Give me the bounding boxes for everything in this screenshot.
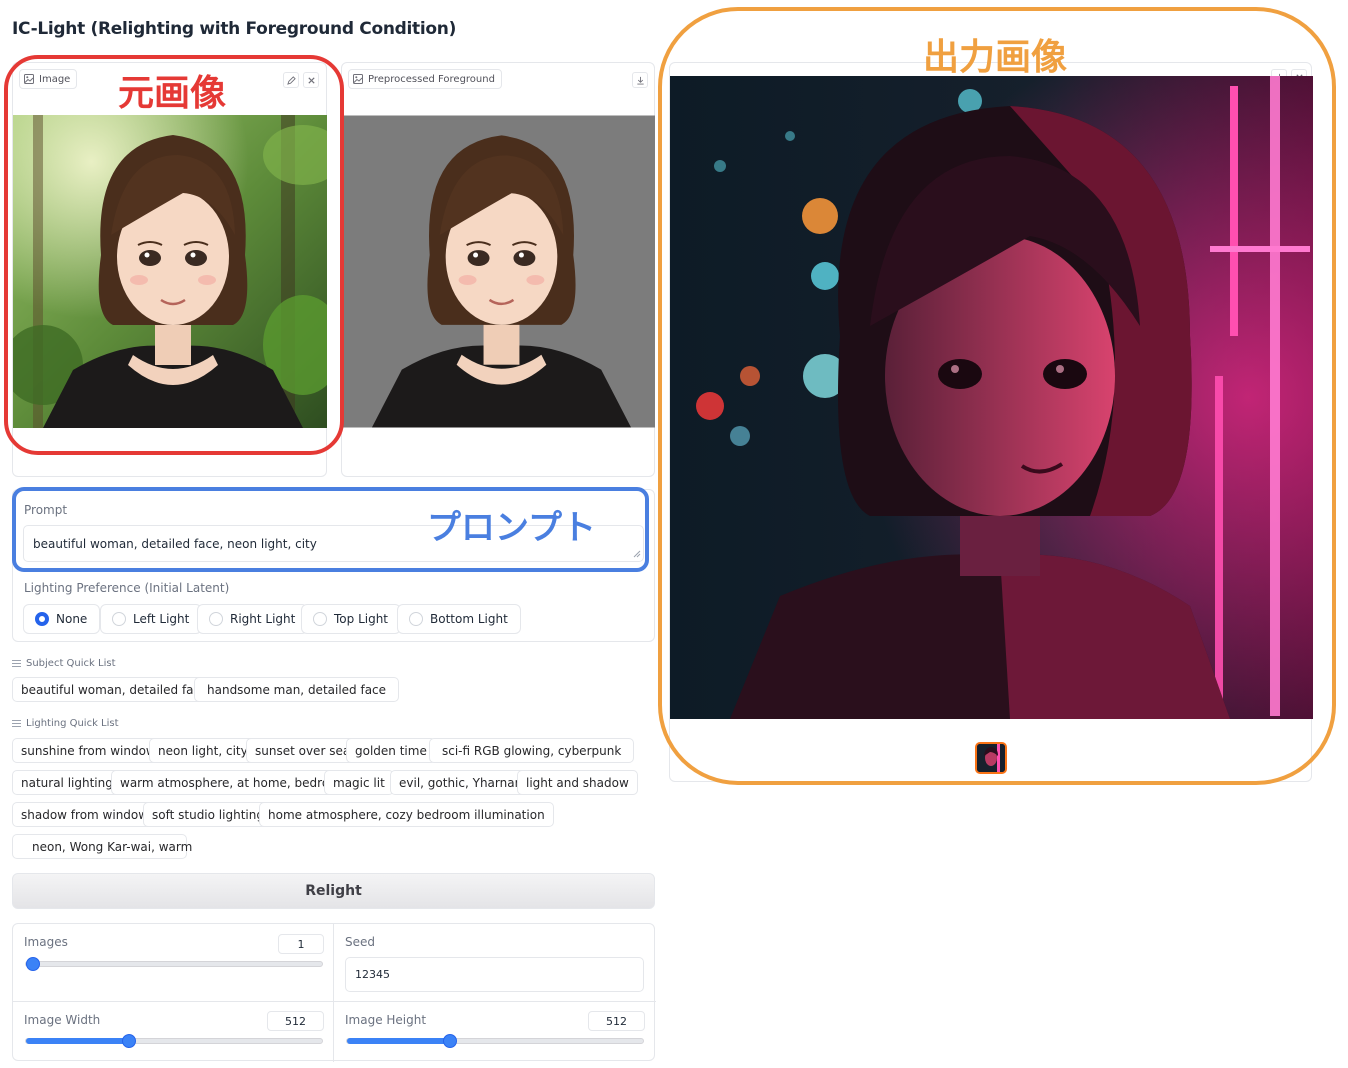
slider-fill	[26, 1038, 129, 1044]
images-number-input[interactable]: 1	[278, 934, 324, 954]
radio-label: None	[56, 612, 88, 626]
subject-quick-list-text: Subject Quick List	[26, 658, 116, 669]
slider-knob[interactable]	[26, 957, 40, 971]
prompt-annotation-label: プロンプト	[427, 508, 596, 548]
output-annotation-box	[658, 7, 1336, 785]
radio-left-light[interactable]: Left Light	[100, 604, 203, 634]
image-width-label: Image Width	[24, 1013, 101, 1027]
lighting-chip[interactable]: sci-fi RGB glowing, cyberpunk	[429, 738, 635, 763]
settings-panel: Images 1 Seed 12345 Image Width 512 Imag…	[12, 923, 656, 1062]
lighting-chip[interactable]: natural lighting	[12, 770, 122, 795]
lighting-chip[interactable]: neon light, city	[149, 738, 257, 763]
lighting-quick-list-text: Lighting Quick List	[26, 718, 119, 729]
images-slider[interactable]	[25, 957, 323, 971]
image-height-number-input[interactable]: 512	[588, 1011, 645, 1031]
radio-label: Right Light	[230, 612, 296, 626]
subject-chip[interactable]: beautiful woman, detailed face	[12, 677, 217, 702]
seed-label: Seed	[345, 935, 375, 949]
divider	[13, 1001, 656, 1002]
divider	[333, 924, 334, 1062]
lighting-chip[interactable]: shadow from window	[12, 802, 158, 827]
image-width-slider[interactable]	[25, 1034, 323, 1048]
radio-dot	[112, 612, 126, 626]
relight-button[interactable]: Relight	[12, 873, 655, 909]
original-annotation-label: 元画像	[118, 73, 227, 114]
output-annotation-label: 出力画像	[923, 37, 1068, 78]
image-width-number-input[interactable]: 512	[267, 1011, 324, 1031]
lighting-chip[interactable]: warm atmosphere, at home, bedroom	[111, 770, 358, 795]
radio-label: Bottom Light	[430, 612, 508, 626]
download-icon	[636, 76, 644, 85]
slider-fill	[347, 1038, 450, 1044]
radio-dot	[35, 612, 49, 626]
radio-right-light[interactable]: Right Light	[197, 604, 309, 634]
radio-none[interactable]: None	[23, 604, 101, 634]
preprocessed-image-label: Preprocessed Foreground	[348, 69, 502, 89]
radio-top-light[interactable]: Top Light	[301, 604, 402, 634]
download-button[interactable]	[632, 72, 648, 88]
image-height-slider[interactable]	[346, 1034, 644, 1048]
lighting-chip[interactable]: golden time	[346, 738, 436, 763]
app-title: IC-Light (Relighting with Foreground Con…	[12, 19, 457, 39]
preprocessed-image-panel: Preprocessed Foreground	[341, 62, 655, 477]
lighting-chip[interactable]: evil, gothic, Yharnam	[390, 770, 536, 795]
lighting-chip[interactable]: home atmosphere, cozy bedroom illuminati…	[259, 802, 554, 827]
radio-label: Top Light	[334, 612, 389, 626]
lighting-chip[interactable]: light and shadow	[517, 770, 638, 795]
image-icon	[353, 74, 363, 84]
lighting-chip[interactable]: sunshine from window	[12, 738, 165, 763]
radio-dot	[409, 612, 423, 626]
lighting-chip[interactable]: sunset over sea	[246, 738, 360, 763]
subject-quick-list-label: Subject Quick List	[12, 658, 116, 669]
radio-dot	[313, 612, 327, 626]
slider-knob[interactable]	[443, 1034, 457, 1048]
lighting-chip[interactable]: soft studio lighting	[143, 802, 273, 827]
lighting-quick-list-label: Lighting Quick List	[12, 718, 119, 729]
list-icon	[12, 720, 21, 727]
subject-chip[interactable]: handsome man, detailed face	[194, 677, 400, 702]
slider-knob[interactable]	[122, 1034, 136, 1048]
radio-label: Left Light	[133, 612, 190, 626]
radio-dot	[209, 612, 223, 626]
list-icon	[12, 660, 21, 667]
lighting-chip[interactable]: neon, Wong Kar-wai, warm	[12, 834, 192, 859]
image-height-label: Image Height	[345, 1013, 427, 1027]
lighting-label: Lighting Preference (Initial Latent)	[24, 581, 230, 595]
preprocessed-image-label-text: Preprocessed Foreground	[368, 73, 495, 85]
seed-input[interactable]: 12345	[345, 957, 644, 992]
images-label: Images	[24, 935, 68, 949]
lighting-chip[interactable]: magic lit	[324, 770, 394, 795]
preprocessed-image	[342, 115, 655, 428]
radio-bottom-light[interactable]: Bottom Light	[397, 604, 521, 634]
